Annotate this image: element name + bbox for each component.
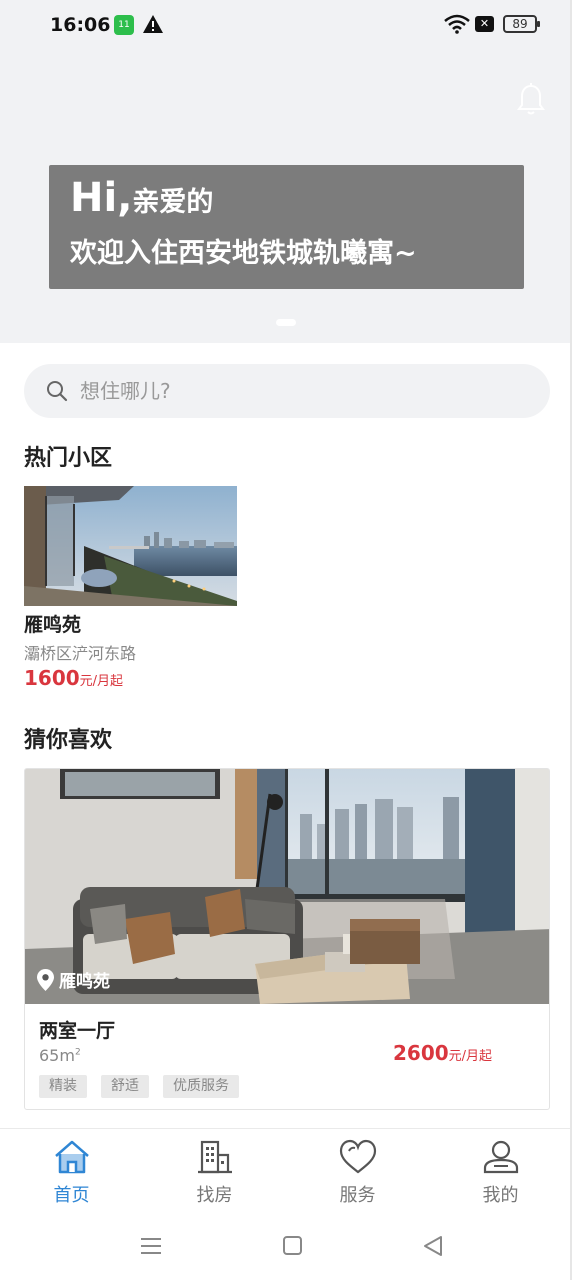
tab-home-label: 首页	[53, 1185, 90, 1206]
menu-icon[interactable]	[141, 1236, 161, 1256]
listing-tag: 优质服务	[163, 1075, 239, 1098]
listing-area-sup: 2	[74, 1047, 81, 1058]
community-photo[interactable]	[24, 486, 237, 606]
search-icon	[47, 381, 68, 402]
community-price-value: 1600	[24, 666, 80, 690]
listing-price-unit: 元/月起	[448, 1049, 493, 1064]
banner[interactable]: Hi,亲爱的 欢迎入住西安地铁城轨曦寓~	[0, 50, 572, 343]
search-input[interactable]	[80, 376, 520, 406]
listing-title: 两室一厅	[39, 1020, 116, 1042]
building-icon	[198, 1140, 232, 1174]
listing-price-value: 2600	[393, 1041, 449, 1065]
tab-service-label: 服务	[339, 1185, 376, 1206]
community-price: 1600元/月起	[24, 666, 123, 690]
status-time: 16:06	[50, 14, 111, 36]
listing-area-value: 65m	[39, 1046, 75, 1065]
banner-welcome-text: 欢迎入住西安地铁城轨曦寓~	[70, 238, 417, 269]
listing-card[interactable]: 雁鸣苑 两室一厅 65m2 2600元/月起 精装 舒适 优质服务	[24, 768, 550, 1110]
listing-tags: 精装 舒适 优质服务	[39, 1075, 239, 1098]
banner-greeting: Hi,亲爱的	[70, 175, 213, 221]
system-nav-bar	[0, 1214, 572, 1280]
bell-icon[interactable]	[516, 83, 546, 117]
hot-community-card[interactable]: 雁鸣苑 灞桥区浐河东路 1600元/月起	[24, 486, 237, 691]
location-pin-icon	[37, 968, 54, 991]
tab-find-house[interactable]: 找房	[143, 1129, 286, 1215]
carousel-indicator	[276, 319, 296, 326]
greeting-big: Hi,	[70, 175, 133, 221]
listing-tag: 舒适	[101, 1075, 149, 1098]
user-icon	[483, 1140, 519, 1174]
sim-off-icon: ✕	[475, 16, 494, 32]
community-address: 灞桥区浐河东路	[24, 644, 137, 663]
tab-find-house-label: 找房	[196, 1185, 233, 1206]
battery-icon: 89	[503, 15, 540, 33]
search-box[interactable]	[24, 364, 550, 418]
home-icon	[55, 1140, 89, 1174]
listing-price: 2600元/月起	[393, 1041, 492, 1065]
community-price-unit: 元/月起	[79, 674, 124, 689]
greeting-small: 亲爱的	[132, 187, 214, 218]
home-nav-icon[interactable]	[283, 1236, 302, 1255]
heart-icon	[339, 1139, 377, 1174]
app-badge-icon: 11	[114, 15, 134, 35]
wifi-icon	[444, 14, 470, 34]
listing-area: 65m2	[39, 1046, 81, 1065]
community-name: 雁鸣苑	[24, 614, 82, 636]
banner-card[interactable]: Hi,亲爱的 欢迎入住西安地铁城轨曦寓~	[49, 165, 524, 289]
tab-mine[interactable]: 我的	[429, 1129, 572, 1215]
tab-mine-label: 我的	[482, 1185, 519, 1206]
bottom-tab-bar: 首页 找房 服务 我的	[0, 1128, 572, 1214]
listing-location-name: 雁鸣苑	[59, 972, 110, 992]
warning-icon	[143, 15, 163, 33]
hot-section-title: 热门小区	[24, 446, 113, 471]
back-icon[interactable]	[423, 1235, 443, 1257]
tab-service[interactable]: 服务	[286, 1129, 429, 1215]
listing-location: 雁鸣苑	[37, 967, 110, 992]
tab-home[interactable]: 首页	[0, 1129, 143, 1215]
guess-section-title: 猜你喜欢	[24, 728, 113, 753]
listing-tag: 精装	[39, 1075, 87, 1098]
status-bar: 16:06 11 ✕ 89	[0, 0, 572, 50]
